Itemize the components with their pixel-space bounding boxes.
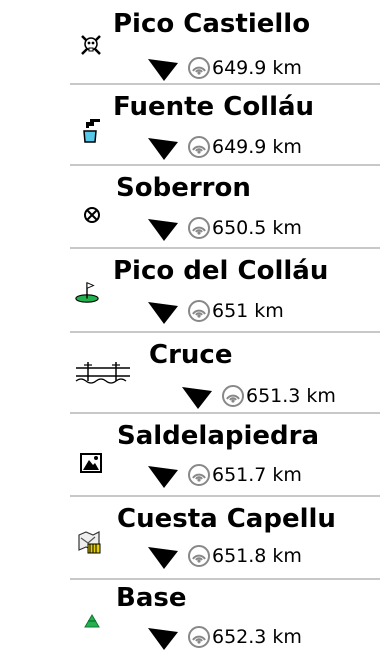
waypoint-distance: 649.9 km bbox=[212, 136, 302, 158]
waypoint-row[interactable]: Cuesta Capellu 651.8 km bbox=[0, 497, 382, 579]
golf-flag-icon bbox=[74, 279, 100, 305]
waypoint-meta: 652.3 km bbox=[148, 624, 302, 650]
waypoint-name: Cuesta Capellu bbox=[117, 504, 336, 534]
waypoint-distance: 651.3 km bbox=[246, 385, 336, 407]
direction-arrow-icon bbox=[148, 466, 178, 488]
direction-arrow-icon bbox=[148, 628, 178, 650]
gps-signal-icon bbox=[188, 136, 210, 158]
waypoint-meta: 650.5 km bbox=[148, 215, 302, 241]
gps-signal-icon bbox=[188, 464, 210, 486]
waypoint-row[interactable]: Pico del Colláu 651 km bbox=[0, 249, 382, 331]
crossed-circle-icon bbox=[79, 202, 105, 228]
waypoint-distance: 651 km bbox=[212, 300, 284, 322]
waypoint-list: Pico Castiello 649.9 km Fuente Colláu 64… bbox=[0, 0, 382, 653]
gps-signal-icon bbox=[188, 217, 210, 239]
waypoint-distance: 649.9 km bbox=[212, 57, 302, 79]
waypoint-meta: 651.8 km bbox=[148, 543, 302, 569]
waypoint-row[interactable]: Soberron 650.5 km bbox=[0, 166, 382, 248]
waypoint-row[interactable]: Cruce 651.3 km bbox=[0, 333, 382, 415]
direction-arrow-icon bbox=[148, 219, 178, 241]
gps-signal-icon bbox=[188, 57, 210, 79]
waypoint-name: Saldelapiedra bbox=[117, 421, 320, 451]
waypoint-distance: 651.8 km bbox=[212, 545, 302, 567]
waypoint-meta: 651.3 km bbox=[182, 383, 336, 409]
waypoint-distance: 651.7 km bbox=[212, 464, 302, 486]
skull-icon bbox=[78, 32, 104, 58]
waypoint-row[interactable]: Base 652.3 km bbox=[0, 580, 382, 662]
water-tap-icon bbox=[80, 118, 106, 144]
waypoint-name: Base bbox=[116, 583, 187, 613]
waypoint-name: Pico del Colláu bbox=[113, 256, 329, 286]
waypoint-meta: 649.9 km bbox=[148, 134, 302, 160]
gps-signal-icon bbox=[222, 385, 244, 407]
direction-arrow-icon bbox=[148, 59, 178, 81]
waypoint-name: Soberron bbox=[116, 173, 251, 203]
waypoint-name: Cruce bbox=[149, 340, 233, 370]
waypoint-name: Fuente Colláu bbox=[113, 92, 315, 122]
waypoint-distance: 650.5 km bbox=[212, 217, 302, 239]
gps-signal-icon bbox=[188, 300, 210, 322]
waypoint-meta: 649.9 km bbox=[148, 55, 302, 81]
map-cache-icon bbox=[76, 529, 102, 555]
direction-arrow-icon bbox=[148, 302, 178, 324]
waypoint-row[interactable]: Saldelapiedra 651.7 km bbox=[0, 414, 382, 496]
waypoint-meta: 651.7 km bbox=[148, 462, 302, 488]
waypoint-distance: 652.3 km bbox=[212, 626, 302, 648]
waypoint-row[interactable]: Pico Castiello 649.9 km bbox=[0, 0, 382, 82]
waypoint-name: Pico Castiello bbox=[113, 9, 311, 39]
gps-signal-icon bbox=[188, 626, 210, 648]
direction-arrow-icon bbox=[148, 547, 178, 569]
direction-arrow-icon bbox=[182, 387, 212, 409]
railroad-crossing-icon bbox=[74, 359, 132, 385]
waypoint-meta: 651 km bbox=[148, 298, 284, 324]
picture-icon bbox=[78, 450, 104, 476]
gps-signal-icon bbox=[188, 545, 210, 567]
waypoint-row[interactable]: Fuente Colláu 649.9 km bbox=[0, 85, 382, 167]
direction-arrow-icon bbox=[148, 138, 178, 160]
green-triangle-icon bbox=[79, 608, 105, 634]
